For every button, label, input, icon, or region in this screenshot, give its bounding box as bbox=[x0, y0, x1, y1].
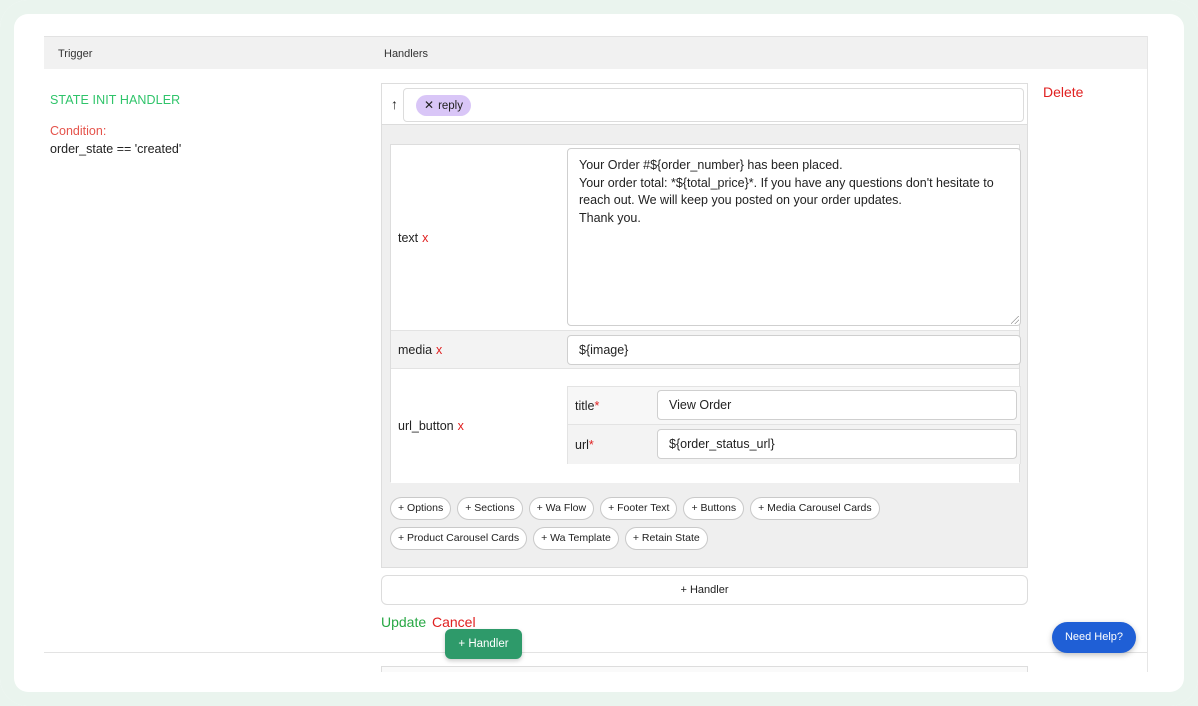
update-button[interactable]: Update bbox=[381, 614, 426, 630]
url-button-title-row: title* View Order bbox=[568, 387, 1020, 425]
remove-media-field-button[interactable]: x bbox=[436, 343, 442, 357]
cancel-button[interactable]: Cancel bbox=[432, 614, 476, 630]
next-handler-editor bbox=[381, 666, 1028, 672]
resize-handle-icon[interactable] bbox=[1011, 316, 1019, 324]
handler-type-select[interactable]: ✕ reply bbox=[403, 88, 1024, 122]
remove-url-button-field-button[interactable]: x bbox=[458, 419, 464, 433]
condition-label: Condition: bbox=[50, 124, 107, 138]
add-options-button[interactable]: + Options bbox=[390, 497, 452, 520]
handler-type-chip[interactable]: ✕ reply bbox=[416, 95, 471, 116]
add-wa-flow-button[interactable]: + Wa Flow bbox=[528, 497, 595, 520]
add-field-options-row-1: + Options + Sections + Wa Flow + Footer Tex… bbox=[390, 497, 1020, 521]
handler-editor: ↑ ✕ reply text x Your Order #${order_numbe… bbox=[381, 83, 1028, 568]
title-field-label: title* bbox=[575, 399, 600, 413]
url-button-url-row: url* ${order_status_url} bbox=[568, 426, 1020, 464]
media-input[interactable]: ${image} bbox=[567, 335, 1021, 365]
url-button-field-row: url_button x title* View Order url* ${ord… bbox=[391, 369, 1021, 483]
row-divider bbox=[44, 652, 1147, 653]
title-input[interactable]: View Order bbox=[657, 390, 1017, 420]
floating-add-handler-button[interactable]: + Handler bbox=[445, 629, 522, 659]
remove-text-field-button[interactable]: x bbox=[422, 231, 428, 245]
add-wa-template-button[interactable]: + Wa Template bbox=[533, 527, 619, 550]
handlers-column-header: Handlers bbox=[384, 48, 429, 60]
condition-value: order_state == 'created' bbox=[50, 142, 182, 156]
add-sections-button[interactable]: + Sections bbox=[457, 497, 523, 520]
chip-label: reply bbox=[438, 100, 463, 112]
chip-remove-icon[interactable]: ✕ bbox=[424, 98, 434, 112]
handlers-panel: Trigger Handlers STATE INIT HANDLER Cond… bbox=[44, 36, 1148, 672]
trigger-title: STATE INIT HANDLER bbox=[50, 93, 181, 107]
add-footer-text-button[interactable]: + Footer Text bbox=[600, 497, 678, 520]
media-field-row: media x ${image} bbox=[391, 331, 1021, 369]
delete-button[interactable]: Delete bbox=[1043, 84, 1083, 100]
url-button-field-label: url_button x bbox=[398, 419, 464, 433]
add-retain-state-button[interactable]: + Retain State bbox=[624, 527, 708, 550]
add-field-options-row-2: + Product Carousel Cards + Wa Template + R… bbox=[390, 527, 1020, 551]
text-field-row: text x Your Order #${order_number} has be… bbox=[391, 145, 1021, 331]
table-header: Trigger Handlers bbox=[44, 36, 1147, 69]
need-help-button[interactable]: Need Help? bbox=[1052, 622, 1136, 653]
url-field-label: url* bbox=[575, 438, 594, 452]
handler-fields-table: text x Your Order #${order_number} has be… bbox=[390, 144, 1021, 483]
media-field-label: media x bbox=[398, 343, 443, 357]
text-field-label: text x bbox=[398, 231, 429, 245]
arrow-up-icon[interactable]: ↑ bbox=[391, 96, 398, 112]
add-media-carousel-cards-button[interactable]: + Media Carousel Cards bbox=[750, 497, 880, 520]
trigger-column-header: Trigger bbox=[58, 48, 93, 60]
add-handler-button[interactable]: + Handler bbox=[381, 575, 1028, 605]
url-button-subtable: title* View Order url* ${order_status_ur… bbox=[567, 386, 1021, 464]
text-field-textarea[interactable]: Your Order #${order_number} has been pla… bbox=[567, 148, 1021, 326]
add-product-carousel-cards-button[interactable]: + Product Carousel Cards bbox=[390, 527, 528, 550]
add-buttons-button[interactable]: + Buttons bbox=[683, 497, 745, 520]
handler-type-bar: ↑ ✕ reply bbox=[382, 84, 1027, 125]
url-input[interactable]: ${order_status_url} bbox=[657, 429, 1017, 459]
